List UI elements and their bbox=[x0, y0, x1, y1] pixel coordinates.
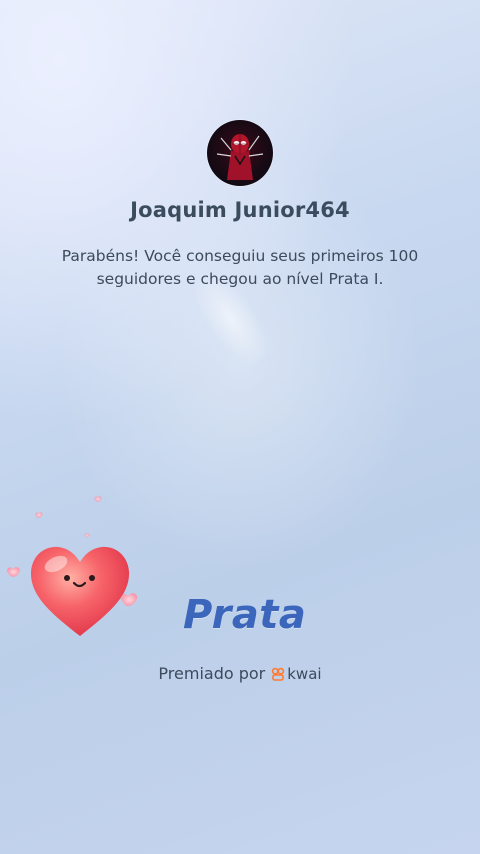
awarded-by-label: Premiado por bbox=[158, 664, 266, 683]
username: Joaquim Junior464 bbox=[130, 198, 350, 222]
achievement-message: Parabéns! Você conseguiu seus primeiros … bbox=[61, 247, 419, 288]
spider-man-icon bbox=[216, 134, 264, 180]
level-name: Prata bbox=[183, 592, 307, 638]
avatar bbox=[207, 120, 273, 186]
awarded-by-line: Premiado por kwai bbox=[0, 664, 480, 683]
kwai-logo: kwai bbox=[271, 664, 322, 683]
kwai-brand-text: kwai bbox=[287, 664, 322, 683]
smiling-heart-icon bbox=[7, 496, 138, 636]
kwai-logo-icon bbox=[272, 667, 285, 681]
heart-badge bbox=[0, 490, 160, 650]
